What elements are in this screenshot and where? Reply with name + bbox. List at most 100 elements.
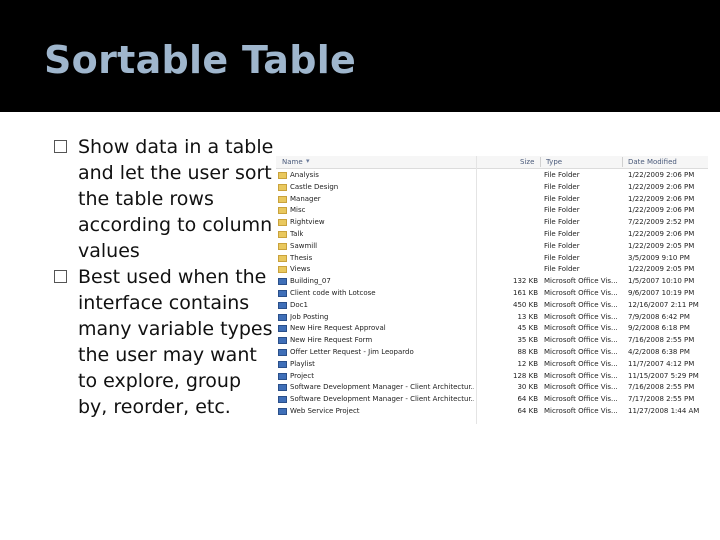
file-type: Microsoft Office Vis... — [544, 395, 618, 404]
file-type: Microsoft Office Vis... — [544, 348, 618, 356]
file-date: 7/9/2008 6:42 PM — [628, 312, 690, 321]
file-date: 1/22/2009 2:06 PM — [628, 194, 695, 203]
document-icon — [278, 396, 287, 404]
column-header-type[interactable]: Type — [546, 158, 562, 166]
sort-arrow-icon: ▾ — [306, 157, 310, 165]
bullet-item: Show data in a table and let the user so… — [54, 134, 274, 264]
column-separator — [622, 157, 623, 167]
file-date: 7/17/2008 2:55 PM — [628, 395, 695, 404]
square-bullet-icon — [54, 270, 67, 283]
file-date: 1/22/2009 2:05 PM — [628, 241, 695, 250]
file-date: 11/7/2007 4:12 PM — [628, 359, 695, 368]
file-type: File Folder — [544, 253, 580, 262]
file-type: File Folder — [544, 230, 580, 238]
file-row[interactable]: Playlist 12 KB Microsoft Office Vis... 11/7… — [276, 359, 708, 371]
file-name: New Hire Request Approval — [290, 324, 386, 333]
file-date: 1/5/2007 10:10 PM — [628, 277, 695, 286]
folder-icon — [278, 266, 287, 274]
file-size: 30 KB — [517, 383, 538, 392]
file-type: File Folder — [544, 241, 580, 250]
file-row[interactable]: Misc File Folder 1/22/2009 2:06 PM — [276, 205, 708, 217]
file-row[interactable]: Doc1 450 KB Microsoft Office Vis... 12/16/2… — [276, 300, 708, 312]
folder-icon — [278, 231, 287, 238]
file-size: 13 KB — [517, 312, 538, 321]
document-icon — [278, 278, 287, 286]
file-row[interactable]: Building_07 132 KB Microsoft Office Vis...… — [276, 276, 708, 288]
file-size: 64 KB — [517, 395, 538, 404]
document-icon — [278, 408, 287, 415]
file-type: File Folder — [544, 182, 580, 191]
file-name: Project — [290, 371, 314, 380]
file-type: Microsoft Office Vis... — [544, 300, 618, 309]
file-name: Web Service Project — [290, 407, 360, 415]
file-size: 450 KB — [513, 300, 538, 309]
file-row[interactable]: Views File Folder 1/22/2009 2:05 PM — [276, 264, 708, 276]
file-type: File Folder — [544, 194, 580, 203]
file-size: 12 KB — [517, 359, 538, 368]
square-bullet-icon — [54, 140, 67, 153]
file-type: Microsoft Office Vis... — [544, 371, 618, 380]
folder-icon — [278, 242, 287, 250]
file-name: Castle Design — [290, 182, 339, 191]
file-date: 11/15/2007 5:29 PM — [628, 371, 699, 380]
file-row[interactable]: Analysis File Folder 1/22/2009 2:06 PM — [276, 170, 708, 182]
file-date: 12/16/2007 2:11 PM — [628, 300, 699, 309]
file-name: Software Development Manager - Client Ar… — [290, 383, 474, 392]
file-type: Microsoft Office Vis... — [544, 383, 618, 392]
document-icon — [278, 360, 287, 368]
file-name: Client code with Lotcose — [290, 289, 376, 297]
column-header-name[interactable]: Name — [282, 158, 303, 166]
folder-icon — [278, 207, 287, 215]
file-name: Manager — [290, 194, 321, 203]
bullet-text: Show data in a table and let the user so… — [78, 136, 274, 262]
folder-icon — [278, 195, 287, 203]
file-row[interactable]: New Hire Request Form 35 KB Microsoft Offi… — [276, 335, 708, 347]
bullet-list: Show data in a table and let the user so… — [54, 134, 274, 420]
file-explorer-screenshot: Name ▾ Size Type Date Modified Analysis F… — [276, 156, 708, 424]
file-name: Talk — [290, 230, 304, 238]
document-icon — [278, 337, 287, 345]
file-type: Microsoft Office Vis... — [544, 289, 618, 297]
document-icon — [278, 301, 287, 309]
file-size: 35 KB — [517, 336, 538, 345]
file-size: 128 KB — [513, 371, 538, 380]
column-header-date[interactable]: Date Modified — [628, 158, 677, 166]
column-header-size[interactable]: Size — [520, 158, 534, 166]
file-type: Microsoft Office Vis... — [544, 407, 618, 415]
file-size: 132 KB — [513, 277, 538, 286]
document-icon — [278, 325, 287, 333]
file-name: Software Development Manager - Client Ar… — [290, 395, 474, 404]
file-row[interactable]: Manager File Folder 1/22/2009 2:06 PM — [276, 194, 708, 206]
file-type: Microsoft Office Vis... — [544, 312, 618, 321]
file-date: 7/16/2008 2:55 PM — [628, 383, 695, 392]
bullet-item: Best used when the interface contains ma… — [54, 264, 274, 420]
file-row[interactable]: Project 128 KB Microsoft Office Vis... 11/1… — [276, 371, 708, 383]
file-row[interactable]: Rightview File Folder 7/22/2009 2:52 PM — [276, 217, 708, 229]
file-row[interactable]: Client code with Lotcose 161 KB Microsoft … — [276, 288, 708, 300]
file-date: 4/2/2008 6:38 PM — [628, 348, 690, 356]
file-row[interactable]: Web Service Project 64 KB Microsoft Office… — [276, 406, 708, 418]
file-row[interactable]: Software Development Manager - Client Ar… — [276, 394, 708, 406]
file-date: 11/27/2008 1:44 AM — [628, 407, 700, 415]
file-row[interactable]: Software Development Manager - Client Ar… — [276, 382, 708, 394]
document-icon — [278, 313, 287, 321]
title-bar: Sortable Table — [0, 0, 720, 112]
file-row[interactable]: Job Posting 13 KB Microsoft Office Vis... 7… — [276, 312, 708, 324]
file-name: Analysis — [290, 171, 319, 179]
file-name: Misc — [290, 206, 306, 215]
file-name: Views — [290, 265, 311, 274]
file-row[interactable]: New Hire Request Approval 45 KB Microsoft … — [276, 323, 708, 335]
file-name: Thesis — [290, 253, 313, 262]
file-date: 3/5/2009 9:10 PM — [628, 253, 690, 262]
file-type: Microsoft Office Vis... — [544, 324, 618, 333]
file-row[interactable]: Talk File Folder 1/22/2009 2:06 PM — [276, 229, 708, 241]
file-name: New Hire Request Form — [290, 336, 373, 345]
folder-icon — [278, 219, 287, 227]
file-row[interactable]: Castle Design File Folder 1/22/2009 2:06 P… — [276, 182, 708, 194]
file-row[interactable]: Sawmill File Folder 1/22/2009 2:05 PM — [276, 241, 708, 253]
file-row[interactable]: Thesis File Folder 3/5/2009 9:10 PM — [276, 253, 708, 265]
file-type: File Folder — [544, 218, 580, 227]
file-row[interactable]: Offer Letter Request - Jim Leopardo 88 KB… — [276, 347, 708, 359]
file-size: 64 KB — [517, 407, 538, 415]
file-name: Doc1 — [290, 300, 308, 309]
